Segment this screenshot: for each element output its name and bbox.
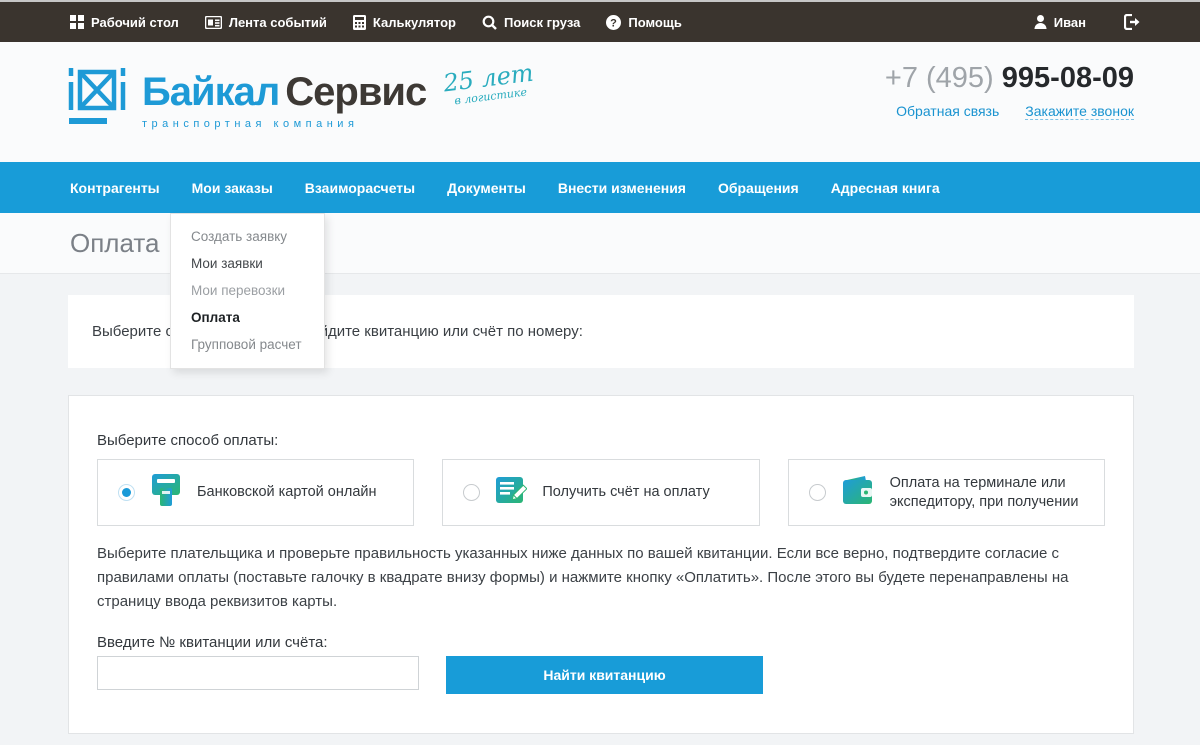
anniversary-badge: 25 лет в логистике [442, 61, 536, 109]
radio[interactable] [809, 484, 826, 501]
payment-option-label: Получить счёт на оплату [542, 483, 709, 501]
my-orders-dropdown: Создать заявку Мои заявки Мои перевозки … [170, 213, 325, 369]
radio[interactable] [118, 484, 135, 501]
intro-text: Выберите способ оплаты или найдите квита… [92, 323, 583, 340]
payment-option-label: Оплата на терминале или экспедитору, при… [890, 474, 1100, 510]
dropdown-item[interactable]: Создать заявку [171, 223, 324, 250]
topbar-item-feed[interactable]: Лента событий [205, 15, 327, 30]
nav-item-make-changes[interactable]: Внести изменения [542, 180, 702, 196]
payment-option[interactable]: Банковской картой онлайн [97, 459, 414, 526]
feedback-link[interactable]: Обратная связь [896, 103, 999, 120]
payment-option[interactable]: Получить счёт на оплату [442, 459, 759, 526]
topbar-item-calculator[interactable]: Калькулятор [353, 15, 456, 30]
payment-card: Выберите способ оплаты: Банковской карто… [68, 395, 1134, 734]
svg-text:?: ? [610, 17, 617, 29]
news-feed-icon [205, 16, 222, 29]
dropdown-item[interactable]: Мои перевозки [171, 277, 324, 304]
brand-tagline: транспортная компания [142, 118, 426, 130]
topbar-item-label: Калькулятор [373, 15, 456, 30]
nav-item-settlements[interactable]: Взаиморасчеты [289, 180, 431, 196]
page-title: Оплата [70, 228, 159, 259]
crate-logo-icon [66, 64, 128, 131]
phone-number: +7 (495) 995-08-09 [885, 62, 1134, 95]
callback-link[interactable]: Закажите звонок [1025, 103, 1134, 120]
dropdown-item[interactable]: Оплата [171, 304, 324, 331]
desktop-grid-icon [70, 15, 84, 29]
site-header: БайкалСервис транспортная компания 25 ле… [0, 42, 1200, 162]
username: Иван [1054, 15, 1086, 30]
wallet-icon [841, 474, 875, 511]
topbar-item-label: Поиск груза [504, 15, 580, 30]
brand-logo[interactable]: БайкалСервис транспортная компания 25 ле… [66, 64, 535, 131]
nav-item-contractors[interactable]: Контрагенты [54, 180, 176, 196]
payment-option-label: Банковской картой онлайн [197, 483, 377, 501]
topbar-item-cargo-search[interactable]: Поиск груза [482, 15, 580, 30]
method-label: Выберите способ оплаты: [97, 432, 1105, 449]
help-icon: ? [606, 15, 621, 30]
payment-option[interactable]: Оплата на терминале или экспедитору, при… [788, 459, 1105, 526]
user-menu[interactable]: Иван [1034, 15, 1086, 30]
logout-icon[interactable] [1124, 14, 1142, 30]
receipt-number-input[interactable] [97, 656, 419, 690]
brand-name: БайкалСервис [142, 72, 426, 112]
nav-item-appeals[interactable]: Обращения [702, 180, 815, 196]
topbar-item-label: Рабочий стол [91, 15, 179, 30]
topbar-item-label: Помощь [628, 15, 681, 30]
calculator-icon [353, 15, 366, 30]
user-icon [1034, 15, 1047, 29]
find-receipt-button[interactable]: Найти квитанцию [446, 656, 763, 694]
top-utility-bar: Рабочий стол Лента событий Калькулятор П… [0, 2, 1200, 42]
nav-item-documents[interactable]: Документы [431, 180, 542, 196]
card-terminal-icon [150, 473, 182, 512]
nav-item-my-orders[interactable]: Мои заказы [176, 180, 289, 196]
nav-item-address-book[interactable]: Адресная книга [815, 180, 956, 196]
dropdown-item[interactable]: Групповой расчет [171, 331, 324, 358]
dropdown-item[interactable]: Мои заявки [171, 250, 324, 277]
topbar-item-help[interactable]: ? Помощь [606, 15, 681, 30]
receipt-number-label: Введите № квитанции или счёта: [97, 634, 1105, 651]
topbar-item-label: Лента событий [229, 15, 327, 30]
topbar-item-desktop[interactable]: Рабочий стол [70, 15, 179, 30]
invoice-icon [495, 474, 527, 511]
search-icon [482, 15, 497, 30]
payment-description: Выберите плательщика и проверьте правиль… [97, 542, 1105, 614]
radio[interactable] [463, 484, 480, 501]
main-nav: Контрагенты Мои заказы Взаиморасчеты Док… [0, 162, 1200, 213]
